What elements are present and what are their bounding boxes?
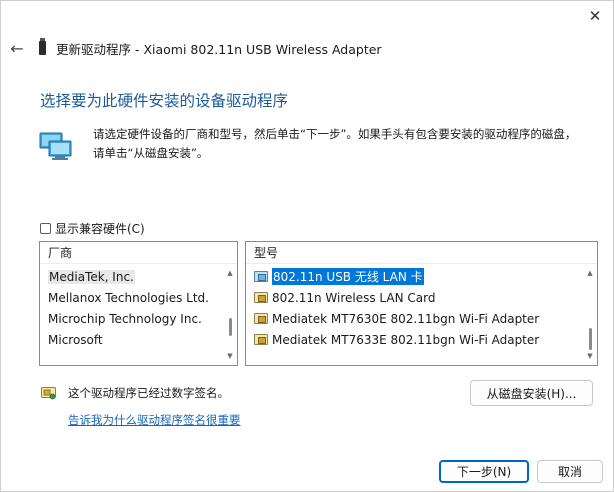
manufacturer-item[interactable]: MediaTek, Inc.: [40, 266, 223, 287]
driver-signing-link[interactable]: 告诉我为什么驱动程序签名很重要: [68, 412, 241, 428]
manufacturer-scrollbar[interactable]: ▲ ▼: [225, 266, 235, 363]
scroll-up-icon[interactable]: ▲: [226, 269, 234, 277]
scroll-down-icon[interactable]: ▼: [586, 352, 594, 360]
scroll-down-icon[interactable]: ▼: [226, 352, 234, 360]
checkbox-box[interactable]: [40, 222, 51, 234]
model-list[interactable]: 型号 802.11n USB 无线 LAN 卡 802.11n Wireless…: [245, 241, 598, 366]
network-adapter-icon: [254, 271, 268, 282]
signature-status: 这个驱动程序已经过数字签名。: [41, 385, 229, 401]
window-title-row: 更新驱动程序 - Xiaomi 802.11n USB Wireless Ada…: [39, 38, 382, 57]
update-driver-window: ✕ ← 更新驱动程序 - Xiaomi 802.11n USB Wireless…: [0, 0, 614, 492]
scroll-thumb[interactable]: [229, 318, 232, 336]
model-item[interactable]: 802.11n USB 无线 LAN 卡: [246, 266, 583, 287]
model-item[interactable]: Mediatek MT7633E 802.11bgn Wi-Fi Adapter: [246, 329, 583, 350]
manufacturer-list-header: 厂商: [40, 242, 237, 264]
driver-package-icon: [254, 292, 268, 303]
checkbox-label: 显示兼容硬件(C): [55, 221, 145, 236]
instructions-line-2: 请单击“从磁盘安装”。: [93, 146, 209, 160]
back-button[interactable]: ←: [7, 38, 27, 58]
usb-device-icon: [39, 38, 46, 55]
model-list-header: 型号: [246, 242, 597, 264]
manufacturer-item[interactable]: Mellanox Technologies Ltd.: [40, 287, 223, 308]
close-icon: ✕: [588, 7, 602, 25]
window-title: 更新驱动程序 - Xiaomi 802.11n USB Wireless Ada…: [56, 41, 382, 57]
instructions-text: 请选定硬件设备的厂商和型号，然后单击“下一步”。如果手头有包含要安装的驱动程序的…: [93, 125, 593, 163]
model-item[interactable]: 802.11n Wireless LAN Card: [246, 287, 583, 308]
scroll-up-icon[interactable]: ▲: [586, 269, 594, 277]
page-heading: 选择要为此硬件安装的设备驱动程序: [40, 92, 289, 110]
model-item[interactable]: Mediatek MT7630E 802.11bgn Wi-Fi Adapter: [246, 308, 583, 329]
signed-text: 这个驱动程序已经过数字签名。: [68, 386, 229, 400]
have-disk-button[interactable]: 从磁盘安装(H)...: [470, 380, 593, 406]
manufacturer-list[interactable]: 厂商 MediaTek, Inc. Mellanox Technologies …: [39, 241, 238, 366]
cancel-button[interactable]: 取消: [537, 460, 603, 483]
manufacturer-item[interactable]: Microsoft: [40, 329, 223, 350]
model-scrollbar[interactable]: ▲ ▼: [585, 266, 595, 363]
next-button[interactable]: 下一步(N): [439, 460, 529, 483]
close-button[interactable]: ✕: [577, 1, 613, 31]
driver-package-icon: [254, 313, 268, 324]
show-compatible-hardware-checkbox[interactable]: 显示兼容硬件(C): [40, 220, 145, 236]
scroll-thumb[interactable]: [589, 328, 592, 350]
signed-certificate-icon: [41, 387, 56, 400]
driver-package-icon: [254, 334, 268, 345]
network-computer-icon: [39, 132, 72, 160]
back-arrow-icon: ←: [10, 38, 24, 58]
manufacturer-item[interactable]: Microchip Technology Inc.: [40, 308, 223, 329]
instructions-line-1: 请选定硬件设备的厂商和型号，然后单击“下一步”。如果手头有包含要安装的驱动程序的…: [93, 127, 577, 141]
